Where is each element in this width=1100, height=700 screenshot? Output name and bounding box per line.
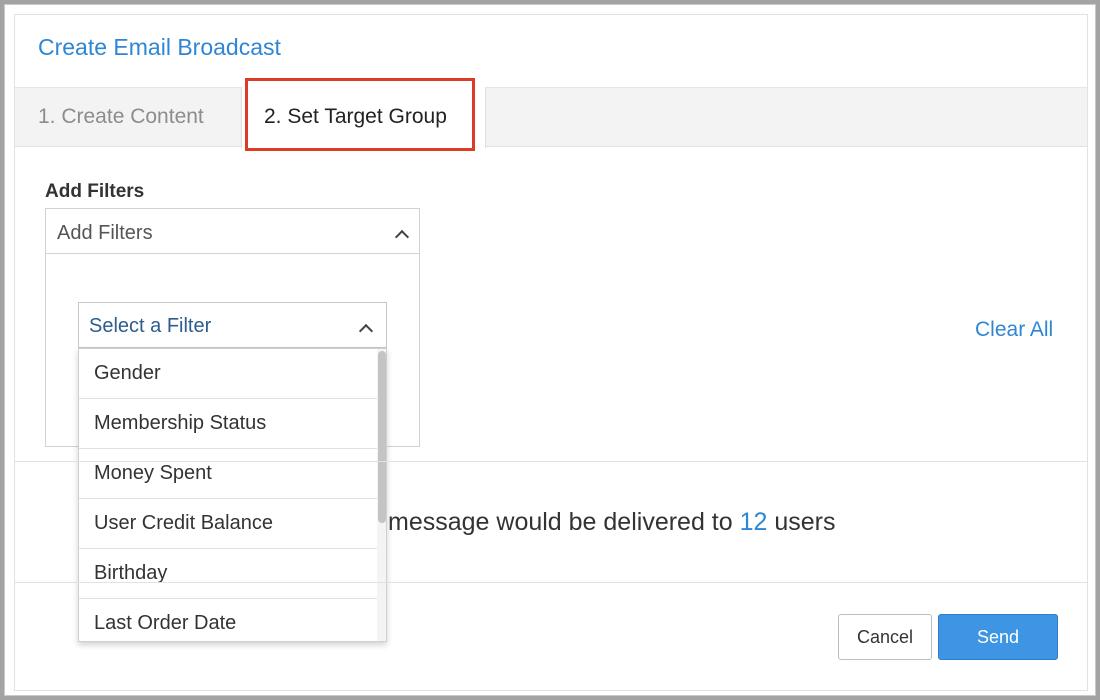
- clear-all-link[interactable]: Clear All: [975, 318, 1053, 342]
- tab-set-target-group[interactable]: [241, 87, 486, 148]
- filter-option-user-credit-balance[interactable]: User Credit Balance: [79, 499, 377, 549]
- cancel-button[interactable]: Cancel: [838, 614, 932, 660]
- section-divider: [15, 461, 1087, 462]
- delivery-user-count: 12: [739, 508, 768, 536]
- filter-option-last-order-date[interactable]: Last Order Date: [79, 599, 377, 641]
- filter-option-gender[interactable]: Gender: [79, 349, 377, 399]
- dialog-title: Create Email Broadcast: [38, 34, 281, 60]
- filter-select[interactable]: Select a Filter: [78, 302, 387, 348]
- filter-option-label: Membership Status: [94, 412, 267, 434]
- filter-option-money-spent[interactable]: Money Spent: [79, 449, 377, 499]
- filter-select-placeholder: Select a Filter: [89, 315, 212, 337]
- filter-dropdown-list: Gender Membership Status Money Spent Use…: [78, 348, 387, 642]
- filter-option-birthday[interactable]: Birthday: [79, 549, 377, 599]
- chevron-up-icon: [358, 323, 374, 339]
- add-filters-toggle[interactable]: Add Filters: [45, 208, 420, 254]
- tab-create-content[interactable]: 1. Create Content: [38, 105, 204, 129]
- filter-option-membership-status[interactable]: Membership Status: [79, 399, 377, 449]
- footer-divider: [15, 582, 1087, 583]
- filter-option-label: User Credit Balance: [94, 512, 273, 534]
- filter-option-label: Last Order Date: [94, 612, 237, 634]
- send-button[interactable]: Send: [938, 614, 1058, 660]
- delivery-text-suffix: users: [774, 508, 836, 536]
- chevron-up-icon: [394, 229, 410, 245]
- delivery-summary: message would be delivered to 12 users: [388, 508, 836, 537]
- filter-option-label: Gender: [94, 362, 161, 384]
- add-filters-toggle-label: Add Filters: [57, 222, 153, 244]
- dropdown-scrollbar-thumb[interactable]: [378, 351, 386, 523]
- filter-option-label: Money Spent: [94, 462, 212, 484]
- add-filters-heading: Add Filters: [45, 181, 145, 202]
- delivery-text-prefix: message would be delivered to: [388, 508, 733, 536]
